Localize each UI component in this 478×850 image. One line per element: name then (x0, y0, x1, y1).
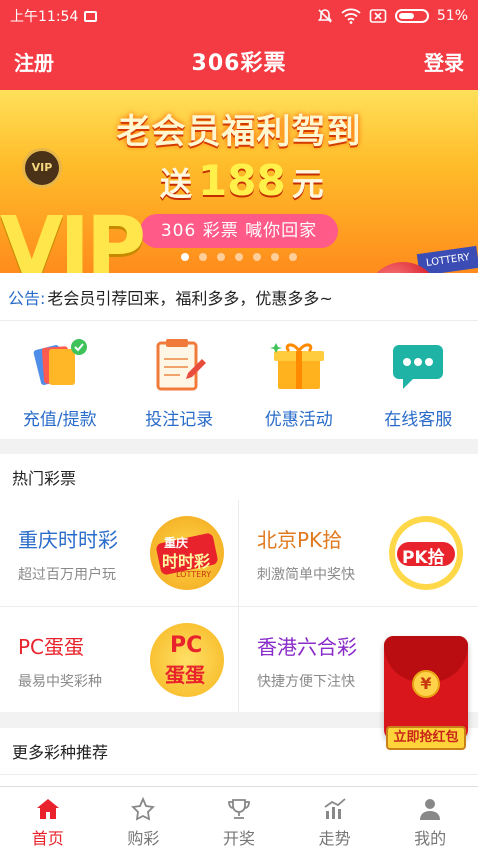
home-icon (36, 799, 59, 819)
yuan-coin-icon: ¥ (412, 670, 440, 698)
lottery-desc: 刺激简单中奖快 (257, 567, 355, 583)
gift-box-icon (269, 343, 324, 389)
promo-banner[interactable]: 老会员福利驾到 送 188 元 306 彩票 喊你回家 VIP VIP LOTT… (0, 90, 478, 273)
logo-text-sub: LOTTERY (176, 570, 212, 579)
tab-label: 开奖 (222, 829, 255, 848)
banner-page-dot[interactable] (235, 253, 243, 261)
status-right-group: 51% (317, 8, 468, 24)
sim-card-icon (369, 9, 387, 23)
logo-text-line2: 时时彩 (162, 552, 211, 571)
announcement-bar[interactable]: 公告: 老会员引荐回来，福利多多，优惠多多~ (0, 273, 478, 321)
more-lottery-list (0, 774, 478, 786)
battery-icon (394, 9, 429, 23)
lottery-card-pc-dandan[interactable]: PC蛋蛋 最易中奖彩种 PC 蛋蛋 (0, 607, 238, 712)
logo-text-line1: PK拾 (402, 548, 445, 568)
vip-letters-graphic: VIP (0, 200, 146, 273)
tab-trends[interactable]: 走势 (287, 787, 383, 850)
lottery-desc: 超过百万用户玩 (18, 567, 116, 583)
quick-action-label: 在线客服 (384, 410, 453, 430)
bottom-tab-bar: 首页 购彩 开奖 走势 我的 (0, 786, 478, 850)
pc-dandan-logo-icon: PC 蛋蛋 (150, 623, 224, 697)
quick-action-bet-records[interactable]: 投注记录 (120, 321, 240, 439)
pk10-logo-icon: PK拾 (389, 516, 463, 590)
app-root: 上午11:54 51% 注册 306彩票 登录 老会员福利驾到 送 188 元 … (0, 0, 478, 850)
banner-page-dot[interactable] (253, 253, 261, 261)
banner-page-dot[interactable] (181, 253, 189, 261)
register-button[interactable]: 注册 (0, 47, 68, 76)
app-header: 注册 306彩票 登录 (0, 32, 478, 90)
lottery-card-beijing-pk10[interactable]: 北京PK拾 刺激简单中奖快 PK拾 (239, 500, 477, 605)
wifi-icon (341, 8, 361, 24)
betting-record-icon (156, 339, 207, 391)
wallet-cards-icon (33, 339, 87, 385)
battery-percent: 51% (436, 8, 468, 24)
tab-label: 我的 (414, 829, 447, 848)
chongqing-lottery-logo-icon: 重庆 时时彩 LOTTERY (150, 516, 224, 590)
lottery-name: PC蛋蛋 (18, 635, 85, 659)
logo-text-line1: PC (170, 633, 203, 658)
tab-buy-lottery[interactable]: 购彩 (96, 787, 192, 850)
quick-action-promotions[interactable]: 优惠活动 (239, 321, 359, 439)
status-bar: 上午11:54 51% (0, 0, 478, 32)
banner-headline: 老会员福利驾到 (116, 112, 362, 152)
alarm-off-icon (317, 9, 332, 23)
page-title: 306彩票 (191, 51, 287, 76)
tab-draw-results[interactable]: 开奖 (191, 787, 287, 850)
red-envelope-button[interactable]: ¥ 立即抢红包 (384, 636, 468, 764)
quick-action-label: 投注记录 (145, 410, 214, 430)
banner-page-dot[interactable] (289, 253, 297, 261)
user-icon (420, 799, 441, 820)
lottery-name: 重庆时时彩 (18, 528, 118, 552)
banner-pagination[interactable] (0, 253, 478, 261)
status-time-group: 上午11:54 (10, 6, 98, 26)
grab-red-envelope-label: 立即抢红包 (386, 726, 466, 750)
lottery-name: 北京PK拾 (257, 528, 343, 552)
hot-lottery-header: 热门彩票 (0, 454, 478, 500)
banner-page-dot[interactable] (217, 253, 225, 261)
tab-label: 走势 (318, 829, 351, 848)
more-lottery-title: 更多彩种推荐 (12, 743, 109, 762)
lottery-desc: 快捷方便下注快 (257, 674, 355, 690)
quick-action-label: 优惠活动 (264, 410, 333, 430)
quick-actions: 充值/提款 投注记录 优惠活动 在线客服 (0, 321, 478, 439)
announcement-label: 公告: (8, 288, 46, 308)
message-notification-icon (84, 10, 98, 22)
trophy-icon (228, 799, 250, 819)
banner-offer-suffix: 元 (291, 165, 324, 203)
lottery-card-chongqing[interactable]: 重庆时时彩 超过百万用户玩 重庆 时时彩 LOTTERY (0, 500, 238, 605)
quick-action-support[interactable]: 在线客服 (359, 321, 478, 439)
lottery-desc: 最易中奖彩种 (18, 674, 102, 690)
star-icon (131, 797, 156, 821)
tab-label: 购彩 (127, 829, 160, 848)
status-time: 上午11:54 (10, 9, 79, 25)
banner-offer-amount: 188 (198, 156, 286, 205)
login-button[interactable]: 登录 (410, 47, 478, 76)
logo-text-line2: 蛋蛋 (165, 663, 205, 687)
tab-profile[interactable]: 我的 (382, 787, 478, 850)
banner-page-dot[interactable] (199, 253, 207, 261)
announcement-text: 老会员引荐回来，福利多多，优惠多多~ (47, 288, 333, 308)
grid-divider-horizontal (0, 606, 478, 607)
banner-offer-prefix: 送 (160, 165, 193, 203)
lottery-name: 香港六合彩 (257, 635, 357, 659)
banner-offer: 送 188 元 (160, 156, 324, 205)
hot-lottery-title: 热门彩票 (12, 469, 77, 488)
tab-home[interactable]: 首页 (0, 787, 96, 850)
trend-chart-icon (324, 798, 346, 819)
quick-action-recharge[interactable]: 充值/提款 (0, 321, 120, 439)
banner-slogan: 306 彩票 喊你回家 (140, 214, 338, 248)
quick-action-label: 充值/提款 (22, 410, 97, 430)
vip-badge-icon: VIP (22, 148, 62, 188)
banner-page-dot[interactable] (271, 253, 279, 261)
chat-bubble-icon (393, 345, 444, 389)
tab-label: 首页 (31, 829, 64, 848)
